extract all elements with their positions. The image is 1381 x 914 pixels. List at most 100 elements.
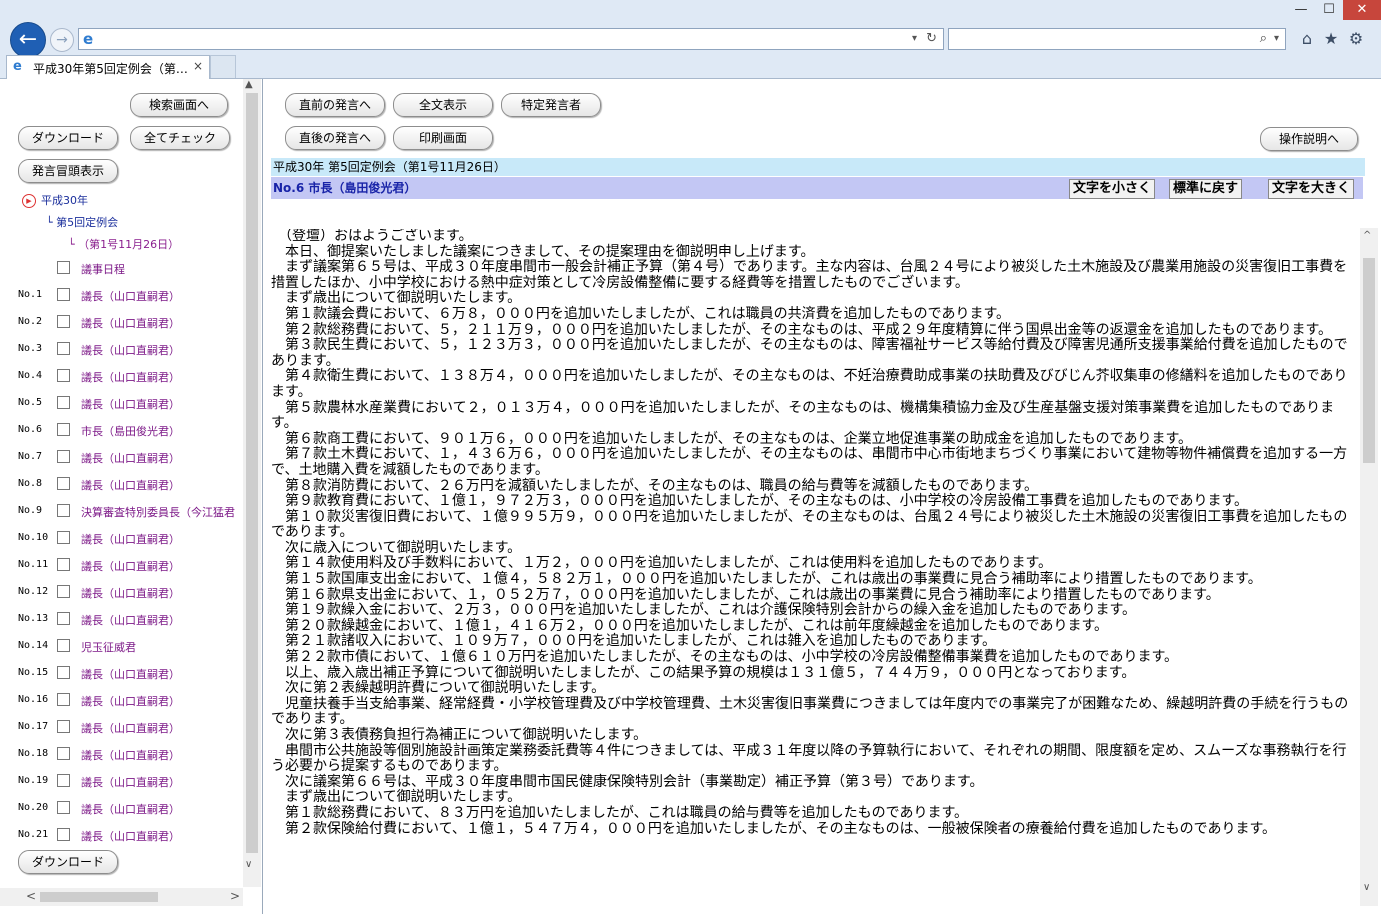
speaker-link[interactable]: 議長（山口直嗣君） [81, 558, 180, 574]
tree-node-session[interactable]: └ 第5回定例会 [46, 214, 118, 230]
speech-number: No.4 [18, 370, 43, 381]
speech-number: No.16 [18, 694, 49, 705]
font-smaller-button[interactable]: 文字を小さく [1069, 179, 1156, 199]
ie-logo-icon: e [83, 30, 94, 48]
speaker-link[interactable]: 決算審査特別委員長（今江猛君 [81, 504, 235, 520]
speech-text: （登壇）おはようございます。 本日、御提案いたしました議案につきまして、その提案… [271, 229, 1349, 837]
print-screen-button[interactable]: 印刷画面 [393, 126, 493, 150]
font-normal-button[interactable]: 標準に戻す [1169, 179, 1243, 199]
search-screen-button[interactable]: 検索画面へ [130, 93, 228, 117]
download-bottom-button[interactable]: ダウンロード [18, 850, 118, 874]
forward-button[interactable]: → [50, 28, 74, 52]
speaker-link[interactable]: 議長（山口直嗣君） [81, 396, 180, 412]
speaker-row: No.14 児玉征威君 [18, 636, 243, 656]
download-button[interactable]: ダウンロード [18, 126, 118, 150]
left-vertical-scrollbar[interactable]: ▲ ∨ [243, 79, 261, 887]
search-icon[interactable]: ⌕ [1260, 29, 1267, 49]
speaker-link[interactable]: 議長（山口直嗣君） [81, 693, 180, 709]
scroll-down-icon[interactable]: ∨ [245, 859, 252, 870]
gear-icon[interactable]: ⚙ [1345, 28, 1367, 50]
left-hscroll-thumb[interactable] [40, 892, 158, 902]
search-input[interactable]: ⌕ ▾ [948, 28, 1286, 50]
speaker-label: No.6 市長（島田俊光君） [273, 181, 417, 195]
speaker-checkbox[interactable] [57, 315, 70, 328]
speaker-link[interactable]: 議長（山口直嗣君） [81, 828, 180, 844]
font-larger-button[interactable]: 文字を大きく [1268, 179, 1355, 199]
speaker-link[interactable]: 議長（山口直嗣君） [81, 450, 180, 466]
scroll-right-icon[interactable]: > [230, 889, 240, 903]
speaker-link[interactable]: 議長（山口直嗣君） [81, 315, 180, 331]
right-scroll-thumb[interactable] [1363, 258, 1375, 463]
speaker-checkbox[interactable] [57, 396, 70, 409]
close-icon[interactable]: × [193, 59, 203, 73]
help-button[interactable]: 操作説明へ [1260, 127, 1358, 151]
scroll-up-icon[interactable]: ▲ [245, 79, 253, 90]
address-dropdown-icon[interactable]: ▾ [912, 29, 917, 49]
speaker-row: No.19 議長（山口直嗣君） [18, 771, 243, 791]
speaker-checkbox[interactable] [57, 612, 70, 625]
speaker-link[interactable]: 市長（島田俊光君） [81, 423, 180, 439]
speaker-checkbox[interactable] [57, 531, 70, 544]
speaker-checkbox[interactable] [57, 774, 70, 787]
speaker-checkbox[interactable] [57, 801, 70, 814]
scroll-down-icon[interactable]: ∨ [1363, 882, 1370, 893]
maximize-button[interactable]: ☐ [1315, 0, 1343, 20]
new-tab-button[interactable] [210, 55, 236, 78]
speaker-link[interactable]: 議長（山口直嗣君） [81, 720, 180, 736]
specific-speaker-button[interactable]: 特定発言者 [501, 93, 601, 117]
speaker-row: No.15 議長（山口直嗣君） [18, 663, 243, 683]
speech-number: No.12 [18, 586, 49, 597]
speaker-checkbox[interactable] [57, 477, 70, 490]
speech-number: No.19 [18, 775, 49, 786]
speaker-link[interactable]: 議長（山口直嗣君） [81, 666, 180, 682]
scroll-up-icon[interactable]: ^ [1363, 230, 1371, 241]
left-horizontal-scrollbar[interactable]: < > [0, 888, 243, 906]
speaker-checkbox[interactable] [57, 342, 70, 355]
check-all-button[interactable]: 全てチェック [130, 126, 230, 150]
speaker-checkbox[interactable] [57, 693, 70, 706]
right-vertical-scrollbar[interactable]: ^ ∨ [1360, 228, 1378, 906]
speaker-checkbox[interactable] [57, 585, 70, 598]
speaker-link[interactable]: 議長（山口直嗣君） [81, 288, 180, 304]
speaker-checkbox[interactable] [57, 423, 70, 436]
speaker-link[interactable]: 議長（山口直嗣君） [81, 477, 180, 493]
speaker-checkbox[interactable] [57, 558, 70, 571]
speaker-link[interactable]: 議長（山口直嗣君） [81, 585, 180, 601]
left-scroll-thumb[interactable] [246, 93, 258, 853]
tree-node-year[interactable]: ▶ 平成30年 [22, 192, 88, 208]
speaker-checkbox[interactable] [57, 504, 70, 517]
speaker-link[interactable]: 議長（山口直嗣君） [81, 774, 180, 790]
speaker-checkbox[interactable] [57, 369, 70, 382]
favorites-star-icon[interactable]: ★ [1320, 28, 1342, 50]
search-dropdown-icon[interactable]: ▾ [1274, 29, 1279, 49]
speaker-checkbox[interactable] [57, 666, 70, 679]
refresh-icon[interactable]: ↻ [926, 29, 937, 49]
scroll-left-icon[interactable]: < [26, 889, 36, 903]
minimize-button[interactable]: — [1287, 0, 1315, 20]
speaker-link[interactable]: 児玉征威君 [81, 639, 136, 655]
speaker-link[interactable]: 議長（山口直嗣君） [81, 801, 180, 817]
speaker-link[interactable]: 議長（山口直嗣君） [81, 612, 180, 628]
show-beginning-button[interactable]: 発言冒頭表示 [18, 159, 118, 183]
show-all-button[interactable]: 全文表示 [393, 93, 493, 117]
agenda-checkbox[interactable] [57, 261, 70, 274]
prev-speech-button[interactable]: 直前の発言へ [285, 93, 385, 117]
speaker-link[interactable]: 議長（山口直嗣君） [81, 747, 180, 763]
speaker-link[interactable]: 議長（山口直嗣君） [81, 369, 180, 385]
speaker-checkbox[interactable] [57, 450, 70, 463]
address-bar[interactable]: e ▾ ↻ [78, 28, 944, 50]
next-speech-button[interactable]: 直後の発言へ [285, 126, 385, 150]
speaker-link[interactable]: 議長（山口直嗣君） [81, 342, 180, 358]
close-window-button[interactable]: ✕ [1343, 0, 1381, 20]
speaker-link[interactable]: 議長（山口直嗣君） [81, 531, 180, 547]
browser-tab[interactable]: e 平成30年第5回定例会（第… × [6, 55, 210, 79]
agenda-link[interactable]: 議事日程 [81, 261, 125, 277]
tree-node-day[interactable]: └ （第1号11月26日） [68, 236, 179, 252]
back-button[interactable]: ← [10, 22, 46, 58]
speaker-checkbox[interactable] [57, 639, 70, 652]
speaker-checkbox[interactable] [57, 720, 70, 733]
speaker-checkbox[interactable] [57, 288, 70, 301]
home-icon[interactable]: ⌂ [1296, 28, 1318, 50]
speaker-checkbox[interactable] [57, 747, 70, 760]
speaker-checkbox[interactable] [57, 828, 70, 841]
